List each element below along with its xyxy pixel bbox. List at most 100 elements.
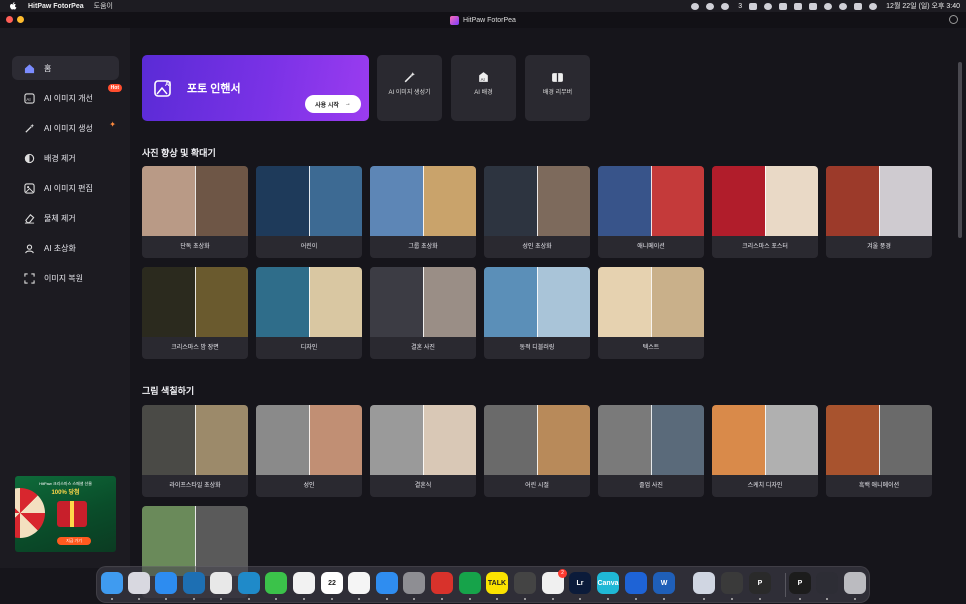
start-button[interactable]: 사용 시작 → bbox=[305, 95, 361, 113]
sample-card[interactable]: 겨울 풍경 bbox=[826, 166, 932, 258]
siri-icon[interactable] bbox=[869, 2, 878, 10]
bluebird-icon[interactable] bbox=[183, 572, 205, 594]
keyboard-icon[interactable] bbox=[794, 2, 803, 10]
evernote-icon[interactable] bbox=[459, 572, 481, 594]
sample-card[interactable]: 크리스마스 포스터 bbox=[712, 166, 818, 258]
launchpad-icon[interactable] bbox=[128, 572, 150, 594]
calendar-icon[interactable]: 22 bbox=[321, 572, 343, 594]
photos-icon[interactable] bbox=[293, 572, 315, 594]
sample-card[interactable]: 그룹 초상화 bbox=[370, 166, 476, 258]
cloud-icon[interactable] bbox=[691, 2, 700, 10]
finder-icon[interactable] bbox=[101, 572, 123, 594]
before-after-divider bbox=[309, 267, 310, 337]
messages-icon[interactable] bbox=[265, 572, 287, 594]
sample-card[interactable]: 텍스트 bbox=[598, 267, 704, 359]
edge-icon[interactable] bbox=[238, 572, 260, 594]
sample-card[interactable]: 졸업 사진 bbox=[598, 405, 704, 497]
sidebar: 홈 AI AI 이미지 개선 Hot AI 이미지 생성 ✦ 배경 제거 AI … bbox=[0, 28, 130, 568]
vertical-scrollbar[interactable] bbox=[958, 62, 962, 238]
word-icon[interactable]: W bbox=[653, 572, 675, 594]
window-title-bar: HitPaw FotorPea bbox=[0, 12, 966, 28]
sample-card[interactable]: 애니메이션 bbox=[598, 166, 704, 258]
ai-image-icon: AI bbox=[154, 80, 171, 97]
zoom-icon[interactable] bbox=[779, 2, 788, 10]
window-title: HitPaw FotorPea bbox=[463, 16, 516, 24]
app-store-icon[interactable] bbox=[376, 572, 398, 594]
cc-icon[interactable] bbox=[764, 2, 773, 10]
task-count: 3 bbox=[738, 2, 743, 10]
before-after-divider bbox=[423, 267, 424, 337]
preview-icon[interactable] bbox=[693, 572, 715, 594]
quicktime-icon[interactable] bbox=[721, 572, 743, 594]
safari-icon[interactable] bbox=[155, 572, 177, 594]
quick-tool-ai-generator[interactable]: AI 이미지 생성기 bbox=[377, 55, 442, 121]
quick-tool-background-remover[interactable]: 배경 리무버 bbox=[525, 55, 590, 121]
hot-badge: Hot bbox=[107, 84, 122, 92]
app-menu-name[interactable]: HitPaw FotorPea bbox=[28, 3, 84, 10]
fotorpea-icon[interactable]: P bbox=[749, 572, 771, 594]
display-icon[interactable] bbox=[816, 572, 838, 594]
sample-card[interactable]: 단독 초상화 bbox=[142, 166, 248, 258]
chrome-icon[interactable] bbox=[210, 572, 232, 594]
sample-card[interactable]: 어린이 bbox=[256, 166, 362, 258]
running-indicator bbox=[663, 598, 665, 600]
search-icon[interactable] bbox=[839, 2, 848, 10]
sample-thumbnail bbox=[598, 405, 704, 475]
hero-title: 포토 인핸서 bbox=[187, 83, 241, 95]
before-after-divider bbox=[765, 166, 766, 236]
sample-card[interactable]: 성인 초상화 bbox=[484, 166, 590, 258]
sample-card[interactable]: 결혼식 bbox=[370, 405, 476, 497]
sample-card-label: 성인 초상화 bbox=[522, 244, 552, 250]
gift-box-graphic bbox=[57, 501, 87, 527]
sidebar-item-ai-edit[interactable]: AI 이미지 편집 bbox=[12, 176, 119, 200]
promo-banner[interactable]: HitPaw 크리스마스 스페셜 선물 100% 당첨 지금 가기 bbox=[15, 476, 116, 552]
sample-card[interactable]: 동적 디블러링 bbox=[484, 267, 590, 359]
sidebar-app-icon[interactable] bbox=[625, 572, 647, 594]
dock-notification-badge: 2 bbox=[558, 569, 567, 578]
sidebar-item-object-remove[interactable]: 물체 제거 bbox=[12, 206, 119, 230]
system-settings-icon[interactable] bbox=[403, 572, 425, 594]
sidebar-item-image-restore[interactable]: 이미지 복원 bbox=[12, 266, 119, 290]
canva-icon[interactable]: Canva bbox=[597, 572, 619, 594]
kakaotalk-icon[interactable]: TALK bbox=[486, 572, 508, 594]
running-indicator bbox=[731, 598, 733, 600]
quick-tool-ai-background[interactable]: AI AI 배경 bbox=[451, 55, 516, 121]
pea-app-icon[interactable]: P bbox=[789, 572, 811, 594]
account-icon[interactable] bbox=[949, 15, 958, 24]
sidebar-item-ai-generate[interactable]: AI 이미지 생성 ✦ bbox=[12, 116, 119, 140]
minimize-window-button[interactable] bbox=[17, 16, 24, 23]
sample-card[interactable]: 성인 bbox=[256, 405, 362, 497]
lightroom-icon[interactable]: Lr bbox=[569, 572, 591, 594]
running-indicator bbox=[826, 598, 828, 600]
sample-card[interactable]: 크리스마스 밤 장면 bbox=[142, 267, 248, 359]
sample-card-label: 디자인 bbox=[300, 345, 318, 351]
pen-icon[interactable] bbox=[809, 2, 818, 10]
running-indicator bbox=[635, 598, 637, 600]
sample-card[interactable]: 흑백 애니메이션 bbox=[826, 405, 932, 497]
sample-card[interactable]: 어린 시절 bbox=[484, 405, 590, 497]
sample-card[interactable]: 스케치 디자인 bbox=[712, 405, 818, 497]
sidebar-item-ai-portrait[interactable]: AI 초상화 bbox=[12, 236, 119, 260]
sample-card[interactable]: 라이프스타일 초상화 bbox=[142, 405, 248, 497]
task-icon[interactable] bbox=[721, 2, 730, 10]
photo-enhancer-hero-card[interactable]: AI 포토 인핸서 사용 시작 → bbox=[142, 55, 369, 121]
sidebar-item-background-remove[interactable]: 배경 제거 bbox=[12, 146, 119, 170]
apple-menu-icon[interactable] bbox=[8, 1, 18, 11]
promo-button[interactable]: 지금 가기 bbox=[57, 537, 91, 545]
trash-icon[interactable] bbox=[844, 572, 866, 594]
wifi-icon[interactable] bbox=[824, 2, 833, 10]
remote-desktop-icon[interactable] bbox=[431, 572, 453, 594]
menu-bar-clock[interactable]: 12월 22일 (일) 오후 3:40 bbox=[886, 1, 960, 11]
reminders-icon[interactable] bbox=[348, 572, 370, 594]
sidebar-item-ai-enhance[interactable]: AI AI 이미지 개선 Hot bbox=[12, 84, 122, 110]
clipboard-icon[interactable] bbox=[749, 2, 758, 10]
control-center-icon[interactable] bbox=[854, 2, 863, 10]
close-window-button[interactable] bbox=[6, 16, 13, 23]
sidebar-item-home[interactable]: 홈 bbox=[12, 56, 119, 80]
sample-card[interactable]: 디자인 bbox=[256, 267, 362, 359]
chat-icon[interactable] bbox=[706, 2, 715, 10]
sample-thumbnail bbox=[598, 166, 704, 236]
sample-card[interactable]: 결혼 사진 bbox=[370, 267, 476, 359]
menu-help[interactable]: 도움이 bbox=[94, 1, 113, 11]
disk-icon[interactable] bbox=[514, 572, 536, 594]
